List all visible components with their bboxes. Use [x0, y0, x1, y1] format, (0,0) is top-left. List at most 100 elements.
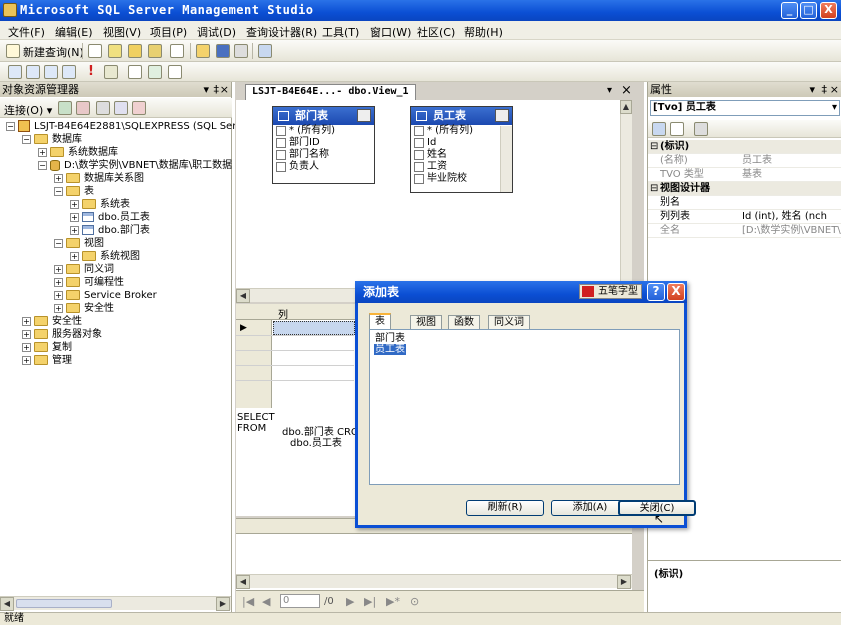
- verify-sql-icon[interactable]: [104, 65, 118, 79]
- ime-indicator[interactable]: 五笔字型: [579, 284, 642, 299]
- table-list-item[interactable]: 部门表: [374, 333, 406, 344]
- dept-table-header[interactable]: 部门表: [273, 107, 374, 125]
- property-row[interactable]: (名称) 员工表: [648, 154, 841, 168]
- property-pages-icon[interactable]: [694, 122, 708, 136]
- open-icon[interactable]: [196, 44, 210, 58]
- document-tab[interactable]: LSJT-B4E64E...- dbo.View_1: [245, 84, 416, 100]
- emp-table-header[interactable]: 员工表: [411, 107, 512, 125]
- tab-functions[interactable]: 函数: [448, 315, 480, 330]
- help-button[interactable]: ?: [647, 283, 665, 301]
- expand-icon[interactable]: +: [54, 303, 63, 313]
- expand-icon[interactable]: +: [54, 264, 63, 274]
- table-list[interactable]: 部门表 员工表: [369, 329, 680, 485]
- collapse-icon[interactable]: −: [38, 160, 47, 170]
- column-row[interactable]: 部门ID: [273, 137, 374, 149]
- connect-button[interactable]: 连接(O) ▾: [4, 102, 52, 118]
- file-icon[interactable]: [88, 44, 102, 58]
- minimize-table-icon[interactable]: [495, 109, 509, 122]
- pane-dropdown-icon[interactable]: ▾: [203, 82, 209, 97]
- collapse-icon[interactable]: −: [54, 238, 63, 248]
- tree-node[interactable]: + 系统视图: [70, 250, 140, 263]
- tab-list-icon[interactable]: ▾: [607, 85, 612, 96]
- windows-icon[interactable]: [258, 44, 272, 58]
- column-checkbox[interactable]: [276, 162, 286, 172]
- column-checkbox[interactable]: [276, 138, 286, 148]
- tree-node[interactable]: − 表: [54, 185, 94, 198]
- tree-node[interactable]: + dbo.部门表: [70, 224, 150, 237]
- tree-node[interactable]: − 视图: [54, 237, 104, 250]
- property-row[interactable]: TVO 类型 基表: [648, 168, 841, 182]
- minimize-table-icon[interactable]: [357, 109, 371, 122]
- property-category[interactable]: ⊟ (标识): [648, 140, 841, 154]
- scroll-right-icon[interactable]: ▶: [216, 597, 230, 611]
- tab-close-icon[interactable]: ×: [621, 83, 632, 98]
- expand-icon[interactable]: +: [54, 173, 63, 183]
- close-button[interactable]: X: [820, 2, 837, 19]
- results-pane-icon[interactable]: [62, 65, 76, 79]
- db-query-icon[interactable]: [108, 44, 122, 58]
- column-checkbox[interactable]: [414, 150, 424, 160]
- tree-node[interactable]: + Service Broker: [54, 289, 157, 302]
- column-checkbox[interactable]: [276, 150, 286, 160]
- menu-view[interactable]: 视图(V): [103, 24, 141, 40]
- diagram-pane[interactable]: 部门表 * (所有列) 部门ID 部门名称 负责人 员工表 * (所有列) Id 姓名 工资…: [236, 100, 632, 288]
- prev-record-icon[interactable]: ◀: [262, 595, 270, 608]
- disconnect-icon[interactable]: [76, 101, 90, 115]
- emp-table-box[interactable]: 员工表 * (所有列) Id 姓名 工资 毕业院校: [410, 106, 513, 193]
- column-checkbox[interactable]: [414, 138, 424, 148]
- scroll-left-icon[interactable]: ◀: [236, 575, 250, 589]
- add-derived-table-icon[interactable]: [168, 65, 182, 79]
- tree-node[interactable]: + 服务器对象: [22, 328, 102, 341]
- column-checkbox[interactable]: [414, 174, 424, 184]
- pin-icon[interactable]: ‡: [214, 82, 220, 97]
- tree-node[interactable]: + 安全性: [22, 315, 82, 328]
- expand-icon[interactable]: +: [22, 342, 31, 352]
- pane-close-icon[interactable]: ×: [830, 82, 839, 97]
- column-row[interactable]: * (所有列): [273, 125, 374, 137]
- collapse-icon[interactable]: −: [54, 186, 63, 196]
- scroll-left-icon[interactable]: ◀: [236, 289, 250, 303]
- collapse-icon[interactable]: −: [6, 121, 15, 131]
- collapse-icon[interactable]: ⊟: [650, 182, 658, 196]
- expand-icon[interactable]: +: [22, 316, 31, 326]
- object-selector[interactable]: [Tvo] 员工表 ▾: [650, 100, 840, 116]
- last-record-icon[interactable]: ▶|: [364, 595, 376, 608]
- menu-debug[interactable]: 调试(D): [197, 24, 236, 40]
- menu-community[interactable]: 社区(C): [417, 24, 455, 40]
- first-record-icon[interactable]: |◀: [242, 595, 254, 608]
- property-row[interactable]: 全名 [D:\数学实例\VBNET\: [648, 224, 841, 238]
- expand-icon[interactable]: +: [70, 225, 79, 235]
- record-number-input[interactable]: 0: [280, 594, 320, 608]
- property-value[interactable]: Id (int), 姓名 (nch: [742, 210, 841, 224]
- menu-tools[interactable]: 工具(T): [322, 24, 359, 40]
- emp-column-scrollbar[interactable]: [500, 126, 512, 192]
- pane-dropdown-icon[interactable]: ▾: [809, 82, 815, 97]
- menu-help[interactable]: 帮助(H): [464, 24, 503, 40]
- chevron-down-icon[interactable]: ▾: [832, 101, 837, 115]
- property-category[interactable]: ⊟ 视图设计器: [648, 182, 841, 196]
- table-list-item[interactable]: 员工表: [374, 344, 406, 355]
- tree-node[interactable]: − 数据库: [22, 133, 82, 146]
- column-row[interactable]: 工资: [411, 161, 499, 173]
- tree-node[interactable]: + 复制: [22, 341, 72, 354]
- execute-icon[interactable]: !: [88, 64, 94, 79]
- collapse-icon[interactable]: ⊟: [650, 140, 658, 154]
- menu-file[interactable]: 文件(F): [8, 24, 45, 40]
- dialog-close-button[interactable]: X: [667, 283, 685, 301]
- tree-node[interactable]: + dbo.员工表: [70, 211, 150, 224]
- column-row[interactable]: 部门名称: [273, 149, 374, 161]
- xmla-query-icon[interactable]: [148, 44, 162, 58]
- column-row[interactable]: Id: [411, 137, 499, 149]
- tree-node[interactable]: − LSJT-B4E64E2881\SQLEXPRESS (SQL Server …: [6, 120, 262, 133]
- tree-node[interactable]: + 管理: [22, 354, 72, 367]
- tree-hscrollbar[interactable]: ◀ ▶: [0, 596, 231, 611]
- collapse-icon[interactable]: −: [22, 134, 31, 144]
- tree-node[interactable]: + 安全性: [54, 302, 114, 315]
- column-checkbox[interactable]: [276, 126, 286, 136]
- alphabetical-icon[interactable]: [670, 122, 684, 136]
- stop-query-icon[interactable]: ⊙: [410, 595, 419, 608]
- print-icon[interactable]: [234, 44, 248, 58]
- scroll-right-icon[interactable]: ▶: [617, 575, 631, 589]
- pin-icon[interactable]: ‡: [822, 82, 828, 97]
- column-row[interactable]: * (所有列): [411, 125, 499, 137]
